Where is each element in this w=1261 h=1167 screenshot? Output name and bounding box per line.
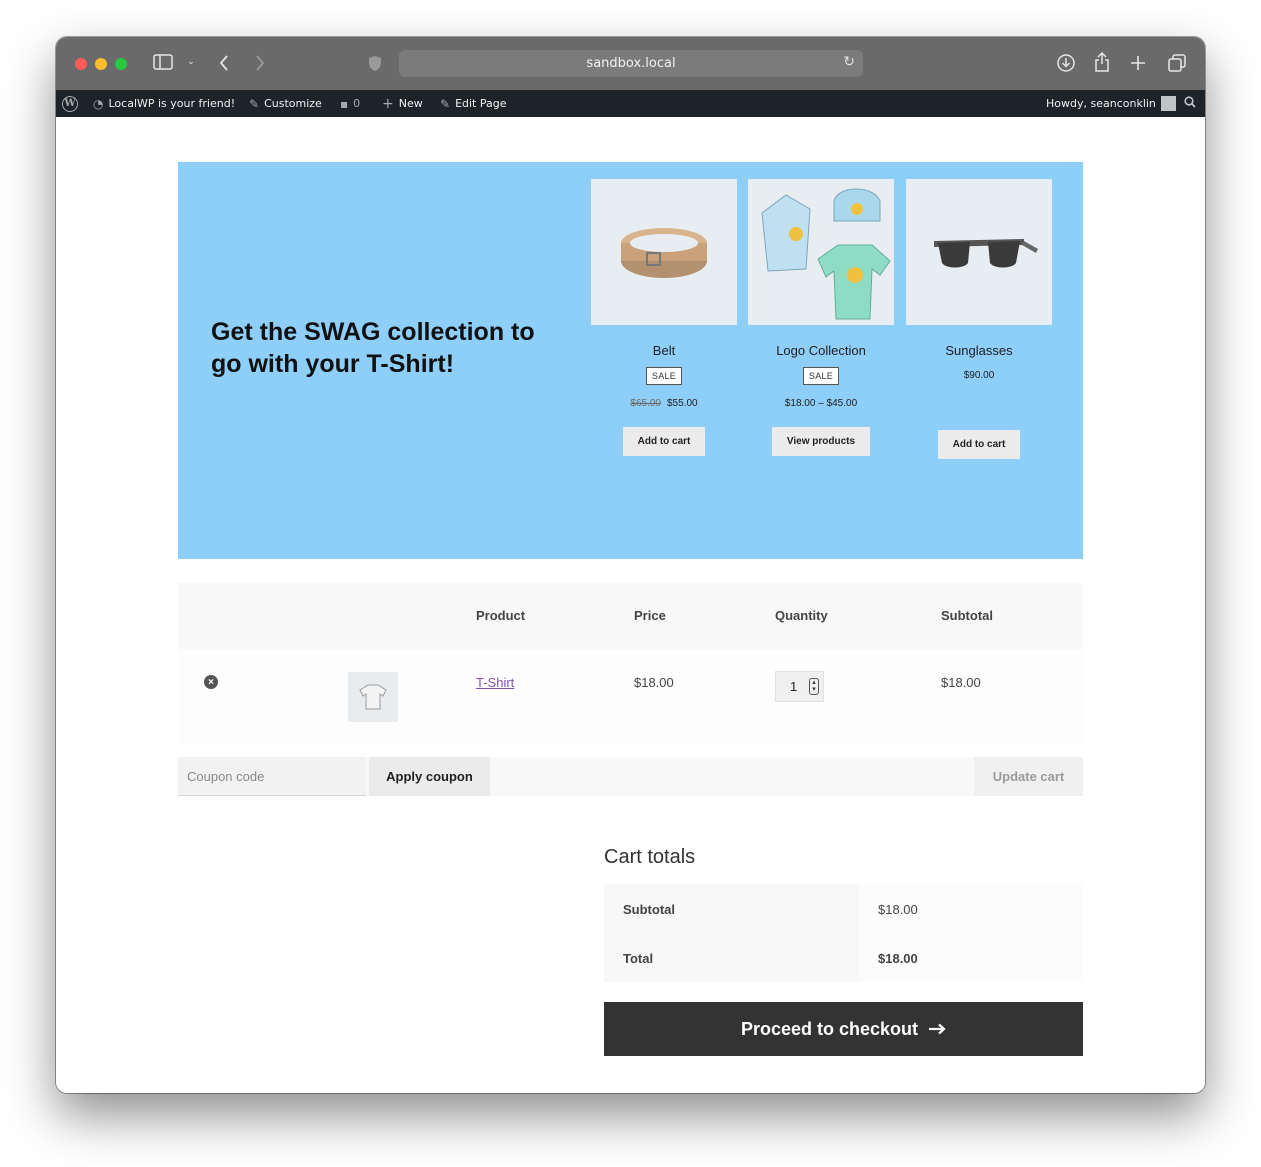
product-card-logo-collection: Logo Collection SALE $18.00 – $45.00 Vie…: [748, 179, 894, 456]
view-products-button[interactable]: View products: [771, 427, 871, 456]
product-link[interactable]: T-Shirt: [476, 675, 514, 690]
comments-count: 0: [353, 97, 361, 110]
product-name[interactable]: Belt: [591, 343, 737, 359]
product-price: $90.00: [963, 370, 995, 381]
back-arrow-icon[interactable]: [216, 53, 232, 73]
banner-heading: Get the SWAG collection to go with your …: [211, 318, 535, 378]
wordpress-logo-button[interactable]: W: [62, 90, 78, 117]
product-price: $18.00 – $45.00: [784, 398, 858, 409]
subtotal-label: Subtotal: [604, 884, 859, 933]
edit-page-label: Edit Page: [455, 97, 507, 110]
item-price: $18.00: [634, 675, 674, 690]
remove-item-icon[interactable]: ×: [204, 675, 218, 689]
proceed-to-checkout-button[interactable]: Proceed to checkout: [604, 1002, 1083, 1056]
quantity-stepper[interactable]: 1 ▴ ▾: [775, 671, 824, 702]
arrow-right-icon: [928, 1019, 946, 1040]
comments-link[interactable]: ▪ 0: [340, 90, 360, 117]
sunglasses-image[interactable]: [906, 179, 1052, 325]
chevron-down-icon[interactable]: ⌄: [185, 56, 197, 68]
total-row: Total $18.00: [604, 933, 1083, 982]
url-text: sandbox.local: [586, 56, 676, 71]
page-content: Get the SWAG collection to go with your …: [56, 117, 1205, 1093]
pencil-icon: ✎: [440, 96, 451, 111]
download-icon[interactable]: [1056, 53, 1076, 73]
wp-admin-bar: W ◔ LocalWP is your friend! ✎ Customize …: [56, 90, 1205, 117]
coupon-code-input[interactable]: Coupon code: [178, 757, 366, 796]
dashboard-icon: ◔: [93, 96, 104, 111]
apply-coupon-button[interactable]: Apply coupon: [369, 757, 490, 796]
old-price: $65.00: [630, 398, 661, 409]
account-menu[interactable]: Howdy, seanconklin: [1046, 90, 1176, 117]
swag-banner: Get the SWAG collection to go with your …: [178, 162, 1083, 559]
howdy-label: Howdy, seanconklin: [1046, 97, 1156, 110]
share-icon[interactable]: [1093, 51, 1111, 73]
checkout-label: Proceed to checkout: [740, 1018, 919, 1039]
price-header: Price: [634, 608, 666, 623]
avatar: [1160, 96, 1176, 111]
customize-link[interactable]: ✎ Customize: [249, 90, 322, 117]
site-name-label: LocalWP is your friend!: [108, 97, 236, 110]
t-shirt-thumbnail[interactable]: [348, 672, 398, 722]
total-label: Total: [604, 933, 859, 982]
logo-collection-image[interactable]: [748, 179, 894, 325]
item-subtotal: $18.00: [941, 675, 981, 690]
subtotal-header: Subtotal: [941, 608, 993, 623]
shield-icon[interactable]: [367, 54, 383, 72]
product-price: $65.00 $55.00: [591, 397, 737, 411]
product-card-belt: Belt SALE $65.00 $55.00 Add to cart: [591, 179, 737, 456]
admin-search-button[interactable]: [1184, 90, 1196, 117]
reload-icon[interactable]: ↻: [843, 54, 855, 70]
cart-table: Product Price Quantity Subtotal × T-Shir…: [178, 583, 1083, 796]
spinner-arrows-icon[interactable]: ▴ ▾: [809, 678, 819, 695]
address-bar[interactable]: sandbox.local ↻: [399, 50, 863, 77]
belt-image[interactable]: [591, 179, 737, 325]
new-content-link[interactable]: + New: [382, 90, 423, 117]
tab-overview-icon[interactable]: [1167, 53, 1187, 73]
sidebar-toggle-icon[interactable]: [153, 54, 173, 70]
product-header: Product: [476, 608, 526, 623]
product-name[interactable]: Sunglasses: [906, 343, 1052, 359]
quantity-header: Quantity: [775, 608, 828, 623]
minimize-window-button[interactable]: [95, 58, 107, 70]
subtotal-value: $18.00: [859, 884, 1083, 933]
zoom-window-button[interactable]: [115, 58, 127, 70]
product-card-sunglasses: Sunglasses $90.00 Add to cart: [906, 179, 1052, 459]
browser-titlebar: ⌄ sandbox.local ↻: [56, 37, 1205, 90]
comment-icon: ▪: [340, 96, 349, 111]
plus-icon: +: [382, 95, 394, 112]
new-tab-icon[interactable]: [1129, 53, 1147, 73]
customize-label: Customize: [264, 97, 322, 110]
subtotal-row: Subtotal $18.00: [604, 884, 1083, 933]
update-cart-button[interactable]: Update cart: [974, 757, 1083, 796]
cart-actions: Coupon code Apply coupon Update cart: [178, 757, 1083, 796]
edit-page-link[interactable]: ✎ Edit Page: [440, 90, 507, 117]
add-to-cart-button[interactable]: Add to cart: [622, 427, 706, 456]
cart-totals-title: Cart totals: [604, 846, 696, 868]
browser-window: ⌄ sandbox.local ↻ W ◔ LocalWP is your fr…: [56, 37, 1205, 1093]
cart-table-header: Product Price Quantity Subtotal: [178, 583, 1083, 649]
sale-badge: SALE: [802, 367, 840, 385]
brush-icon: ✎: [249, 96, 260, 111]
add-to-cart-button[interactable]: Add to cart: [937, 430, 1021, 459]
wordpress-icon: W: [62, 95, 78, 112]
quantity-value: 1: [790, 679, 798, 694]
new-label: New: [398, 97, 423, 110]
total-value: $18.00: [859, 933, 1083, 982]
table-row: × T-Shirt $18.00 1 ▴ ▾ $18.00: [178, 649, 1083, 745]
product-name[interactable]: Logo Collection: [748, 343, 894, 359]
cart-totals: Cart totals Subtotal $18.00 Total $18.00…: [604, 846, 1083, 1056]
site-name-link[interactable]: ◔ LocalWP is your friend!: [93, 90, 235, 117]
search-icon: [1184, 96, 1196, 111]
forward-arrow-icon[interactable]: [252, 53, 268, 73]
sale-price: $55.00: [667, 398, 698, 409]
close-window-button[interactable]: [75, 58, 87, 70]
sale-badge: SALE: [645, 367, 683, 385]
